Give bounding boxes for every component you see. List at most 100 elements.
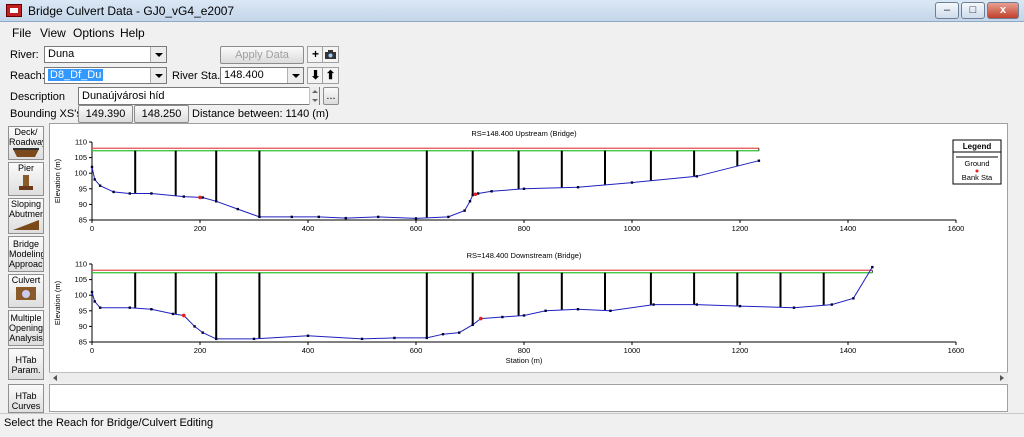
ground-point: [171, 312, 175, 316]
ground-point: [576, 186, 580, 189]
river-select[interactable]: Duna: [44, 46, 167, 63]
multiple-opening-analysis-button[interactable]: Multiple Opening Analysis: [8, 310, 44, 346]
ground-point: [98, 184, 102, 187]
x-tick-label: 600: [410, 346, 423, 355]
x-tick-label: 1200: [732, 346, 749, 355]
close-button[interactable]: x: [987, 2, 1019, 19]
htab-curves-button[interactable]: HTab Curves: [8, 384, 44, 413]
y-tick-label: 110: [75, 138, 87, 147]
bounding-upstream-button[interactable]: 149.390: [78, 105, 133, 123]
htab-param-button[interactable]: HTab Param.: [8, 348, 44, 380]
pier: [215, 150, 218, 202]
y-tick-label: 95: [79, 306, 87, 315]
pier: [134, 272, 137, 309]
description-spinner[interactable]: [309, 87, 319, 105]
camera-icon[interactable]: [322, 46, 339, 63]
y-tick-label: 90: [79, 322, 87, 331]
ground-point: [317, 215, 320, 219]
ground-point: [695, 303, 698, 306]
culvert-icon: [16, 287, 36, 300]
pier: [604, 150, 606, 185]
x-axis-label: Station (m): [506, 356, 543, 365]
ground-point: [215, 200, 218, 203]
deck-icon: [13, 148, 39, 157]
chevron-down-icon[interactable]: [150, 68, 166, 83]
bridge-modeling-approach-button[interactable]: Bridge Modeling Approach: [8, 236, 44, 272]
deck-roadway-button[interactable]: Deck/ Roadway: [8, 126, 44, 160]
pier: [822, 272, 825, 306]
ground-line: [91, 160, 760, 219]
river-sta-label: River Sta.:: [172, 70, 224, 82]
ground-point: [871, 265, 874, 269]
ground-point: [630, 181, 634, 184]
river-sta-select[interactable]: 148.400: [220, 67, 304, 84]
bank-station: [479, 316, 483, 321]
reach-value: D8_Df_Du: [48, 69, 104, 81]
chevron-down-icon[interactable]: [150, 47, 166, 62]
pier-icon: [19, 175, 33, 190]
pier: [736, 150, 739, 167]
ground-point: [93, 178, 96, 181]
ground-point: [490, 190, 493, 193]
chevron-down-icon[interactable]: [287, 68, 303, 83]
apply-data-button[interactable]: Apply Data: [220, 46, 304, 64]
description-input[interactable]: Dunaújvárosi híd: [78, 87, 320, 105]
ground-point: [258, 215, 261, 219]
details-pane: [49, 384, 1008, 412]
y-tick-label: 95: [79, 184, 87, 193]
ground-point: [182, 195, 185, 198]
ground-point: [609, 309, 612, 312]
pier: [604, 272, 606, 311]
pier: [736, 272, 739, 307]
menu-view[interactable]: View: [40, 26, 66, 40]
reach-select[interactable]: D8_Df_Du: [44, 67, 167, 84]
x-tick-label: 200: [194, 224, 207, 233]
pier: [425, 272, 428, 338]
description-more-button[interactable]: ...: [323, 87, 339, 105]
ground-point: [90, 290, 94, 294]
ground-point: [377, 215, 380, 219]
maximize-button[interactable]: □: [961, 2, 985, 19]
ground-point: [544, 309, 547, 312]
menu-help[interactable]: Help: [120, 26, 145, 40]
y-axis-label: Elevation (m): [53, 158, 62, 203]
bank-station: [198, 195, 202, 200]
ground-point: [215, 337, 218, 341]
river-value: Duna: [48, 48, 75, 60]
app-icon[interactable]: [6, 4, 22, 17]
abutment-icon: [13, 220, 39, 230]
pier: [215, 272, 218, 339]
horizontal-scrollbar[interactable]: [49, 372, 1008, 382]
legend-ground: Ground: [964, 159, 989, 168]
ground-point: [757, 159, 761, 162]
ground-point: [128, 306, 131, 309]
ground-point: [447, 215, 450, 219]
ground-point: [792, 306, 796, 309]
x-tick-label: 400: [302, 224, 315, 233]
pier: [560, 272, 563, 311]
x-tick-label: 800: [518, 346, 531, 355]
legend-title: Legend: [963, 142, 992, 151]
window-title: Bridge Culvert Data - GJ0_vG4_e2007: [28, 4, 235, 18]
x-tick-label: 1000: [624, 346, 641, 355]
culvert-button[interactable]: Culvert: [8, 274, 44, 308]
y-tick-label: 85: [79, 216, 87, 225]
ground-point: [150, 308, 153, 311]
upstream-chart: RS=148.400 Upstream (Bridge) Elevation (m…: [53, 129, 964, 233]
y-tick-label: 85: [79, 338, 87, 347]
reach-label: Reach:: [10, 70, 45, 82]
arrow-up-icon[interactable]: ⬆: [322, 67, 339, 84]
y-tick-label: 90: [79, 200, 87, 209]
pier-button[interactable]: Pier: [8, 162, 44, 196]
ground-point: [236, 207, 239, 211]
pier: [258, 272, 261, 339]
ground-point: [90, 165, 94, 169]
minimize-button[interactable]: –: [935, 2, 959, 19]
pier: [258, 150, 261, 217]
bounding-downstream-button[interactable]: 148.250: [134, 105, 189, 123]
menu-file[interactable]: File: [12, 26, 31, 40]
menu-options[interactable]: Options: [73, 26, 114, 40]
ground-point: [93, 300, 96, 303]
sloping-abutment-button[interactable]: Sloping Abutment: [8, 198, 44, 234]
x-tick-label: 400: [302, 346, 315, 355]
